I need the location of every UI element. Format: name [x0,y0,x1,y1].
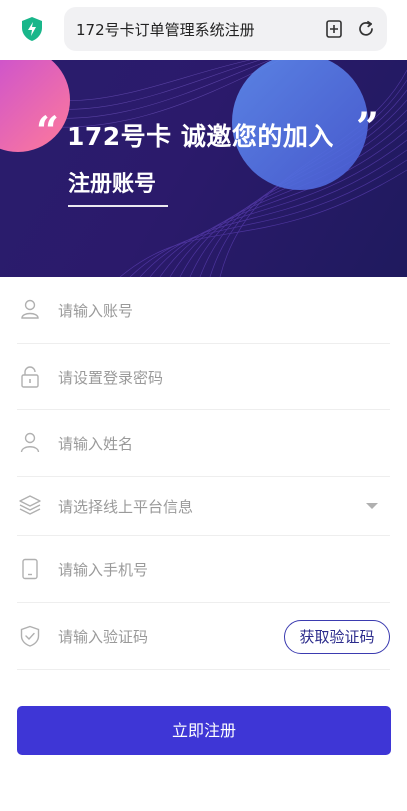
account-field[interactable]: 请输入账号 [17,277,390,344]
phone-placeholder: 请输入手机号 [58,561,149,579]
shield-icon[interactable] [20,16,44,42]
platform-select[interactable]: 请选择线上平台信息 [17,476,390,536]
banner-subtitle: 注册账号 [68,172,157,197]
code-placeholder: 请输入验证码 [58,628,149,646]
get-code-button[interactable]: 获取验证码 [284,620,390,654]
reload-icon[interactable] [356,19,376,39]
password-field[interactable]: 请设置登录密码 [17,343,390,410]
address-bar[interactable]: 172号卡订单管理系统注册 [64,7,387,51]
quote-close: ” [356,104,380,151]
browser-top-bar: 172号卡订单管理系统注册 [0,0,407,60]
password-placeholder: 请设置登录密码 [58,369,164,387]
quote-open: “ [36,108,60,155]
phone-field[interactable]: 请输入手机号 [17,535,390,603]
chevron-down-icon[interactable] [366,503,378,509]
banner-decoration [0,60,407,277]
register-button[interactable]: 立即注册 [17,706,391,755]
layers-icon [19,495,41,515]
user-icon [21,299,39,319]
banner-underline [68,205,168,207]
banner-title: 172号卡 诚邀您的加入 [67,122,334,151]
shield-check-icon [20,625,40,647]
account-placeholder: 请输入账号 [58,302,134,320]
platform-placeholder: 请选择线上平台信息 [58,498,194,516]
phone-icon [22,558,38,580]
name-placeholder: 请输入姓名 [58,435,134,453]
add-bookmark-icon[interactable] [324,19,344,39]
code-field[interactable]: 请输入验证码 获取验证码 [17,602,390,670]
name-field[interactable]: 请输入姓名 [17,409,390,477]
lock-icon [21,366,39,388]
person-icon [20,432,40,453]
hero-banner: “ 172号卡 诚邀您的加入 ” 注册账号 [0,60,407,277]
page-title: 172号卡订单管理系统注册 [76,21,255,39]
